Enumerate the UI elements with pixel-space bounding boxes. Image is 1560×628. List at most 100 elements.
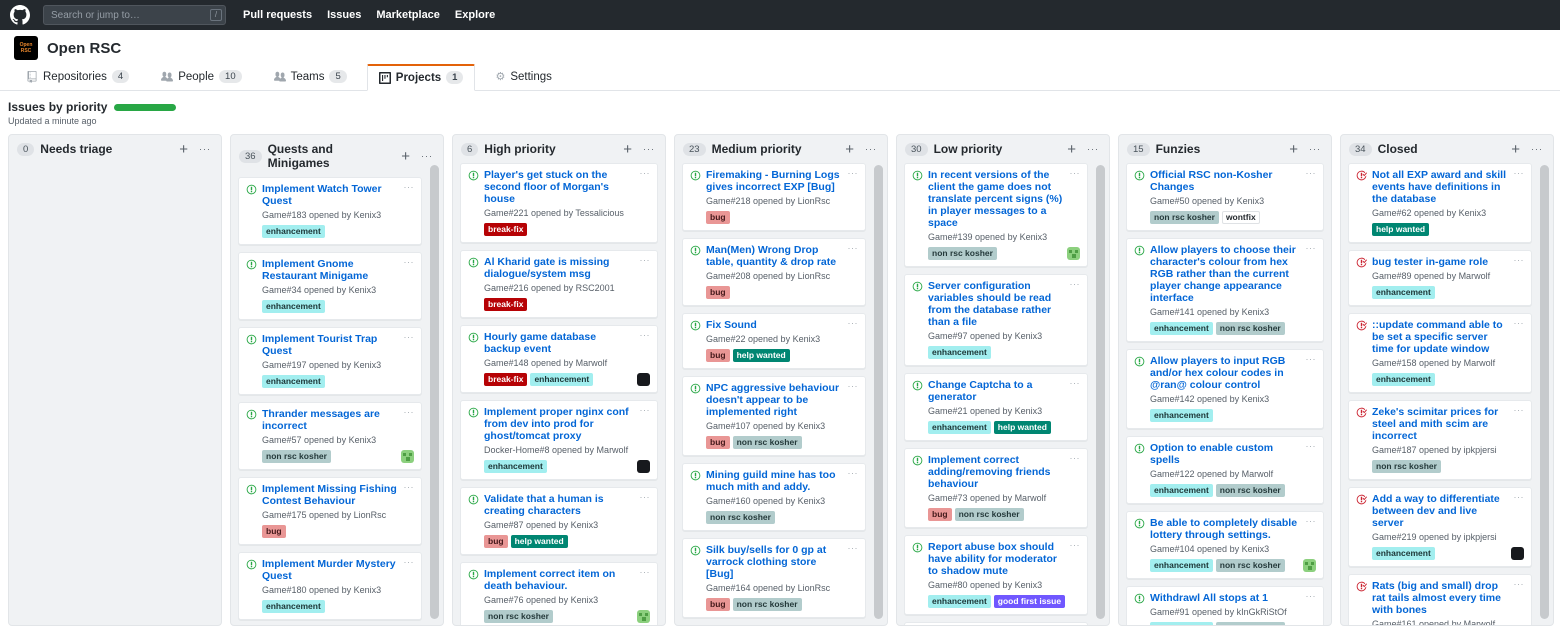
issue-title[interactable]: Zeke's scimitar prices for steel and mit… <box>1372 406 1509 442</box>
issue-card[interactable]: Add a way to differentiate between dev a… <box>1348 487 1532 567</box>
card-menu-button[interactable]: ··· <box>1306 592 1317 601</box>
add-card-button[interactable]: + <box>1508 144 1523 155</box>
issue-card[interactable]: In recent versions of the client the gam… <box>904 163 1088 267</box>
card-menu-button[interactable]: ··· <box>640 568 651 577</box>
card-menu-button[interactable]: ··· <box>1306 355 1317 364</box>
tab-projects[interactable]: Projects1 <box>367 64 476 91</box>
card-menu-button[interactable]: ··· <box>404 183 415 192</box>
card-menu-button[interactable]: ··· <box>640 256 651 265</box>
issue-title[interactable]: Thrander messages are incorrect <box>262 408 399 432</box>
issue-title[interactable]: Not all EXP award and skill events have … <box>1372 169 1509 205</box>
card-menu-button[interactable]: ··· <box>404 333 415 342</box>
assignee-avatar[interactable] <box>1511 547 1524 560</box>
issue-title[interactable]: ::update command able to be set a specif… <box>1372 319 1509 355</box>
card-menu-button[interactable]: ··· <box>1306 244 1317 253</box>
issue-card[interactable]: Thrander messages are incorrect···Game#5… <box>238 402 422 470</box>
issue-card[interactable]: Fix Sound···Game#22 opened by Kenix3bugh… <box>682 313 866 369</box>
card-menu-button[interactable]: ··· <box>1306 442 1317 451</box>
card-menu-button[interactable]: ··· <box>1514 580 1525 589</box>
issue-title[interactable]: Implement Missing Fishing Contest Behavi… <box>262 483 399 507</box>
card-menu-button[interactable]: ··· <box>1070 169 1081 178</box>
issue-title[interactable]: Mining guild mine has too much mith and … <box>706 469 843 493</box>
issue-title[interactable]: Man(Men) Wrong Drop table, quantity & dr… <box>706 244 843 268</box>
add-card-button[interactable]: + <box>1064 144 1079 155</box>
issue-title[interactable]: Implement Gnome Restaurant Minigame <box>262 258 399 282</box>
issue-title[interactable]: Be able to completely disable lottery th… <box>1150 517 1301 541</box>
assignee-avatar[interactable] <box>401 450 414 463</box>
issue-card[interactable]: Rats (big and small) drop rat tails almo… <box>1348 574 1532 626</box>
nav-link-explore[interactable]: Explore <box>455 9 495 21</box>
assignee-avatar[interactable] <box>1303 559 1316 572</box>
issue-title[interactable]: Implement Watch Tower Quest <box>262 183 399 207</box>
issue-title[interactable]: Report abuse box should have ability for… <box>928 541 1065 577</box>
issue-card[interactable]: Change Captcha to a generator···Game#21 … <box>904 373 1088 441</box>
issue-card[interactable]: Official RSC non-Kosher Changes···Game#5… <box>1126 163 1324 231</box>
card-menu-button[interactable]: ··· <box>848 319 859 328</box>
column-menu-button[interactable]: ··· <box>641 144 657 154</box>
issue-card[interactable]: Implement correct adding/removing friend… <box>904 448 1088 528</box>
card-menu-button[interactable]: ··· <box>848 244 859 253</box>
issue-title[interactable]: Change Captcha to a generator <box>928 379 1065 403</box>
card-menu-button[interactable]: ··· <box>404 408 415 417</box>
issue-card[interactable]: Implement Murder Mystery Quest···Game#18… <box>238 552 422 620</box>
assignee-avatar[interactable] <box>637 460 650 473</box>
issue-card[interactable]: Be able to completely disable lottery th… <box>1126 511 1324 579</box>
card-menu-button[interactable]: ··· <box>848 544 859 553</box>
card-menu-button[interactable]: ··· <box>1070 541 1081 550</box>
issue-card[interactable]: Implement Watch Tower Quest···Game#183 o… <box>238 177 422 245</box>
column-scrollbar[interactable] <box>1096 165 1105 619</box>
issue-card[interactable]: Allow players to choose their character'… <box>1126 238 1324 342</box>
nav-link-pull-requests[interactable]: Pull requests <box>243 9 312 21</box>
card-menu-button[interactable]: ··· <box>640 169 651 178</box>
card-menu-button[interactable]: ··· <box>1306 517 1317 526</box>
issue-title[interactable]: Allow players to input RGB and/or hex co… <box>1150 355 1301 391</box>
card-menu-button[interactable]: ··· <box>1514 169 1525 178</box>
assignee-avatar[interactable] <box>637 610 650 623</box>
issue-title[interactable]: Player's get stuck on the second floor o… <box>484 169 635 205</box>
issue-title[interactable]: Option to enable custom spells <box>1150 442 1301 466</box>
column-menu-button[interactable]: ··· <box>419 151 435 161</box>
assignee-avatar[interactable] <box>1067 247 1080 260</box>
issue-card[interactable]: Implement proper nginx conf from dev int… <box>460 400 658 480</box>
card-menu-button[interactable]: ··· <box>1306 169 1317 178</box>
card-menu-button[interactable]: ··· <box>1514 406 1525 415</box>
card-menu-button[interactable]: ··· <box>848 382 859 391</box>
issue-card[interactable]: Implement correct item on death behaviou… <box>460 562 658 626</box>
card-menu-button[interactable]: ··· <box>404 258 415 267</box>
issue-card[interactable]: Report abuse box should have ability for… <box>904 535 1088 615</box>
card-menu-button[interactable]: ··· <box>1070 280 1081 289</box>
issue-title[interactable]: Implement correct item on death behaviou… <box>484 568 635 592</box>
org-avatar[interactable]: Open RSC <box>14 36 38 60</box>
card-menu-button[interactable]: ··· <box>1070 379 1081 388</box>
search-input[interactable] <box>43 5 226 25</box>
column-menu-button[interactable]: ··· <box>1085 144 1101 154</box>
column-menu-button[interactable]: ··· <box>197 144 213 154</box>
card-menu-button[interactable]: ··· <box>640 493 651 502</box>
issue-card[interactable]: Update Commands in CommandHandler.java··… <box>904 622 1088 626</box>
issue-title[interactable]: Official RSC non-Kosher Changes <box>1150 169 1301 193</box>
issue-card[interactable]: Mining guild mine has too much mith and … <box>682 463 866 531</box>
issue-title[interactable]: Implement correct adding/removing friend… <box>928 454 1065 490</box>
issue-card[interactable]: Able to clean muddy guam at lvl 1 [Bug]·… <box>682 625 866 626</box>
issue-title[interactable]: Silk buy/sells for 0 gp at varrock cloth… <box>706 544 843 580</box>
issue-title[interactable]: Validate that a human is creating charac… <box>484 493 635 517</box>
card-menu-button[interactable]: ··· <box>848 169 859 178</box>
add-card-button[interactable]: + <box>842 144 857 155</box>
issue-card[interactable]: Implement Missing Fishing Contest Behavi… <box>238 477 422 545</box>
issue-card[interactable]: Silk buy/sells for 0 gp at varrock cloth… <box>682 538 866 618</box>
issue-card[interactable]: Man(Men) Wrong Drop table, quantity & dr… <box>682 238 866 306</box>
column-menu-button[interactable]: ··· <box>1307 144 1323 154</box>
issue-title[interactable]: NPC aggressive behaviour doesn't appear … <box>706 382 843 418</box>
card-menu-button[interactable]: ··· <box>1514 256 1525 265</box>
card-menu-button[interactable]: ··· <box>404 483 415 492</box>
tab-settings[interactable]: ⚙Settings <box>483 65 563 90</box>
issue-card[interactable]: Player's get stuck on the second floor o… <box>460 163 658 243</box>
issue-card[interactable]: ::update command able to be set a specif… <box>1348 313 1532 393</box>
github-logo[interactable] <box>10 5 30 25</box>
issue-title[interactable]: Implement proper nginx conf from dev int… <box>484 406 635 442</box>
issue-card[interactable]: Zeke's scimitar prices for steel and mit… <box>1348 400 1532 480</box>
add-card-button[interactable]: + <box>176 144 191 155</box>
issue-title[interactable]: Rats (big and small) drop rat tails almo… <box>1372 580 1509 616</box>
issue-title[interactable]: Hourly game database backup event <box>484 331 635 355</box>
issue-card[interactable]: Withdrawl All stops at 1···Game#91 opene… <box>1126 586 1324 626</box>
